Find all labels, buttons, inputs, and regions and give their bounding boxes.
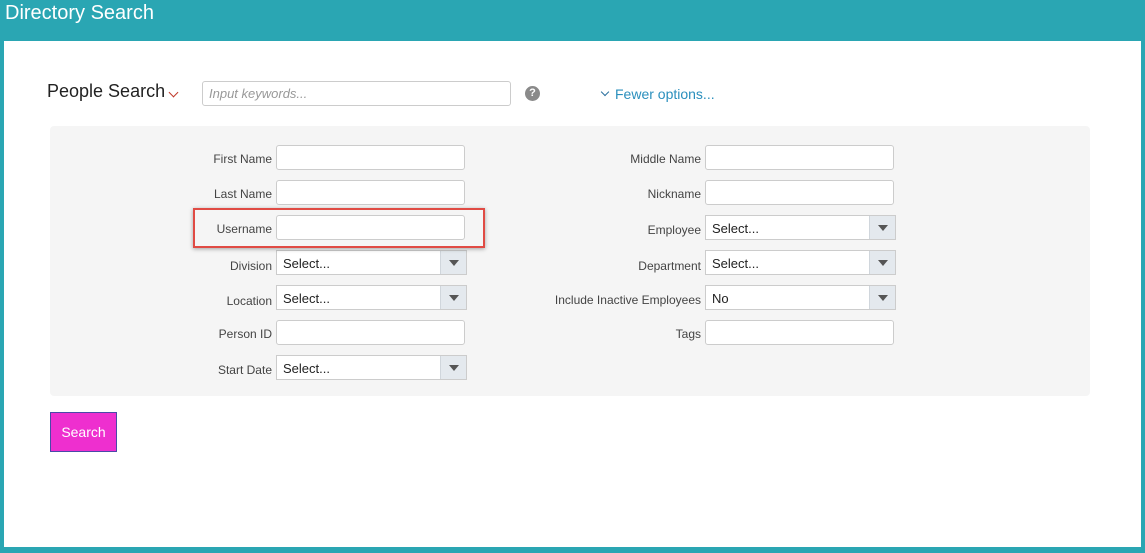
start-date-select[interactable]: Select... <box>276 355 467 380</box>
start-date-value: Select... <box>283 361 330 376</box>
middle-name-label: Middle Name <box>630 152 701 166</box>
middle-name-input[interactable] <box>705 145 894 170</box>
triangle-down-icon <box>878 225 888 231</box>
employee-value: Select... <box>712 221 759 236</box>
triangle-down-icon <box>878 295 888 301</box>
last-name-input[interactable] <box>276 180 465 205</box>
dropdown-arrow <box>869 286 895 309</box>
triangle-down-icon <box>449 365 459 371</box>
department-select[interactable]: Select... <box>705 250 896 275</box>
fewer-options-link[interactable]: Fewer options... <box>600 86 715 102</box>
last-name-label: Last Name <box>213 187 272 201</box>
dropdown-arrow <box>440 356 466 379</box>
division-label: Division <box>229 259 272 273</box>
dropdown-arrow <box>869 216 895 239</box>
tags-label: Tags <box>675 327 701 341</box>
location-select[interactable]: Select... <box>276 285 467 310</box>
fewer-options-label: Fewer options... <box>615 86 715 102</box>
triangle-down-icon <box>449 295 459 301</box>
start-date-label: Start Date <box>217 363 272 377</box>
title-bar: Directory Search <box>0 0 1145 41</box>
keyword-search-input[interactable] <box>202 81 511 106</box>
location-value: Select... <box>283 291 330 306</box>
nickname-input[interactable] <box>705 180 894 205</box>
chevron-down-icon <box>168 87 179 98</box>
dropdown-arrow <box>440 286 466 309</box>
division-select[interactable]: Select... <box>276 250 467 275</box>
search-type-label: People Search <box>47 81 166 101</box>
triangle-down-icon <box>878 260 888 266</box>
search-button[interactable]: Search <box>50 412 117 452</box>
tags-input[interactable] <box>705 320 894 345</box>
include-inactive-value: No <box>712 291 729 306</box>
department-value: Select... <box>712 256 759 271</box>
employee-select[interactable]: Select... <box>705 215 896 240</box>
username-highlight-box <box>193 208 485 248</box>
page-title: Directory Search <box>5 2 154 24</box>
advanced-search-panel: First Name Last Name Username Division S… <box>50 126 1090 396</box>
search-type-dropdown[interactable]: People Search <box>47 81 179 102</box>
nickname-label: Nickname <box>647 187 701 201</box>
first-name-input[interactable] <box>276 145 465 170</box>
triangle-down-icon <box>449 260 459 266</box>
first-name-label: First Name <box>213 152 272 166</box>
department-label: Department <box>638 259 701 273</box>
main-content: People Search ? Fewer options... First N… <box>4 41 1141 547</box>
location-label: Location <box>226 294 272 308</box>
person-id-label: Person ID <box>218 327 272 341</box>
dropdown-arrow <box>869 251 895 274</box>
include-inactive-select[interactable]: No <box>705 285 896 310</box>
employee-label: Employee <box>647 223 701 237</box>
division-value: Select... <box>283 256 330 271</box>
person-id-input[interactable] <box>276 320 465 345</box>
dropdown-arrow <box>440 251 466 274</box>
include-inactive-label: Include Inactive Employees <box>554 293 701 307</box>
help-icon[interactable]: ? <box>525 86 540 101</box>
chevron-down-icon <box>600 87 610 97</box>
